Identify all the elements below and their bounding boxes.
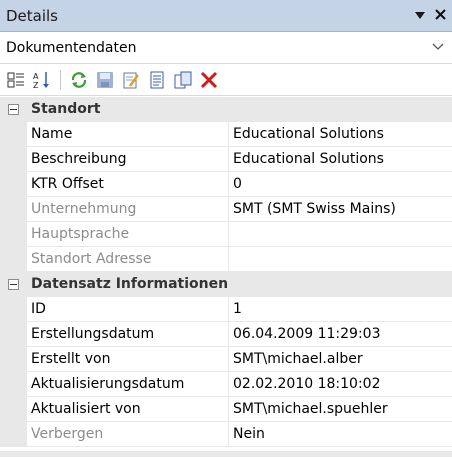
property-value[interactable]: 06.04.2009 11:29:03	[229, 322, 452, 347]
property-name: Erstellungsdatum	[27, 322, 229, 347]
categorized-button[interactable]	[6, 70, 26, 90]
chevron-down-icon	[430, 40, 446, 56]
property-value[interactable]: SMT\michael.spuehler	[229, 397, 452, 422]
details-panel: Details Dokumentendaten A Z Standort Nam…	[0, 0, 452, 457]
property-value[interactable]: SMT (SMT Swiss Mains)	[229, 197, 452, 222]
collapse-toggle[interactable]	[0, 272, 27, 297]
delete-icon	[200, 71, 218, 88]
property-name: ID	[27, 297, 229, 322]
property-value[interactable]	[229, 222, 452, 247]
property-value[interactable]: SMT\michael.alber	[229, 347, 452, 372]
object-selector-value: Dokumentendaten	[6, 39, 137, 56]
grid-bottom-edge	[0, 451, 452, 457]
close-icon	[435, 8, 446, 20]
delete-button[interactable]	[199, 70, 219, 90]
property-row[interactable]: Unternehmung SMT (SMT Swiss Mains)	[0, 197, 452, 222]
dropdown-triangle-icon	[415, 11, 425, 19]
property-grid: Standort Name Educational Solutions Besc…	[0, 97, 452, 447]
property-name: Hauptsprache	[27, 222, 229, 247]
property-row[interactable]: Standort Adresse	[0, 247, 452, 272]
document-button[interactable]	[147, 70, 167, 90]
property-row[interactable]: Name Educational Solutions	[0, 122, 452, 147]
property-row[interactable]: Beschreibung Educational Solutions	[0, 147, 452, 172]
copy-icon	[174, 71, 192, 88]
property-row[interactable]: KTR Offset 0	[0, 172, 452, 197]
save-button[interactable]	[95, 70, 115, 90]
categorized-icon	[7, 72, 24, 87]
category-standort[interactable]: Standort	[0, 97, 452, 122]
panel-titlebar: Details	[0, 0, 452, 32]
copy-button[interactable]	[173, 70, 193, 90]
property-name: Beschreibung	[27, 147, 229, 172]
property-value[interactable]: Educational Solutions	[229, 147, 452, 172]
svg-text:A: A	[33, 72, 39, 81]
sort-alpha-button[interactable]: A Z	[32, 70, 52, 90]
property-row[interactable]: Verbergen Nein	[0, 422, 452, 447]
refresh-button[interactable]	[69, 70, 89, 90]
property-name: Aktualisiert von	[27, 397, 229, 422]
minus-icon	[8, 278, 19, 290]
property-row[interactable]: Hauptsprache	[0, 222, 452, 247]
property-name: Unternehmung	[27, 197, 229, 222]
category-label: Standort	[31, 101, 101, 117]
edit-button[interactable]	[121, 70, 141, 90]
save-icon	[97, 71, 113, 88]
object-selector[interactable]: Dokumentendaten	[0, 32, 452, 64]
property-value[interactable]: 02.02.2010 18:10:02	[229, 372, 452, 397]
minus-icon	[8, 103, 19, 115]
collapse-toggle[interactable]	[0, 97, 27, 122]
close-button[interactable]	[435, 8, 446, 24]
property-row[interactable]: Aktualisierungsdatum 02.02.2010 18:10:02	[0, 372, 452, 397]
refresh-icon	[71, 71, 87, 88]
property-row[interactable]: Erstellt von SMT\michael.alber	[0, 347, 452, 372]
property-value[interactable]: Educational Solutions	[229, 122, 452, 147]
property-name: KTR Offset	[27, 172, 229, 197]
category-datensatz-informationen[interactable]: Datensatz Informationen	[0, 272, 452, 297]
toolbar: A Z	[0, 64, 452, 96]
panel-menu-button[interactable]	[415, 8, 425, 24]
sort-alpha-icon: A Z	[33, 71, 49, 89]
panel-title: Details	[6, 6, 59, 25]
property-value[interactable]	[229, 247, 452, 272]
property-value[interactable]: 1	[229, 297, 452, 322]
property-name: Verbergen	[27, 422, 229, 447]
property-value[interactable]: 0	[229, 172, 452, 197]
property-name: Name	[27, 122, 229, 147]
property-value[interactable]: Nein	[229, 422, 452, 447]
category-label: Datensatz Informationen	[31, 276, 229, 292]
property-name: Standort Adresse	[27, 247, 229, 272]
document-icon	[150, 71, 164, 88]
property-name: Erstellt von	[27, 347, 229, 372]
property-row[interactable]: Aktualisiert von SMT\michael.spuehler	[0, 397, 452, 422]
property-row[interactable]: Erstellungsdatum 06.04.2009 11:29:03	[0, 322, 452, 347]
property-row[interactable]: ID 1	[0, 297, 452, 322]
property-name: Aktualisierungsdatum	[27, 372, 229, 397]
svg-text:Z: Z	[33, 81, 39, 89]
toolbar-separator	[60, 69, 61, 90]
edit-icon	[123, 72, 140, 88]
